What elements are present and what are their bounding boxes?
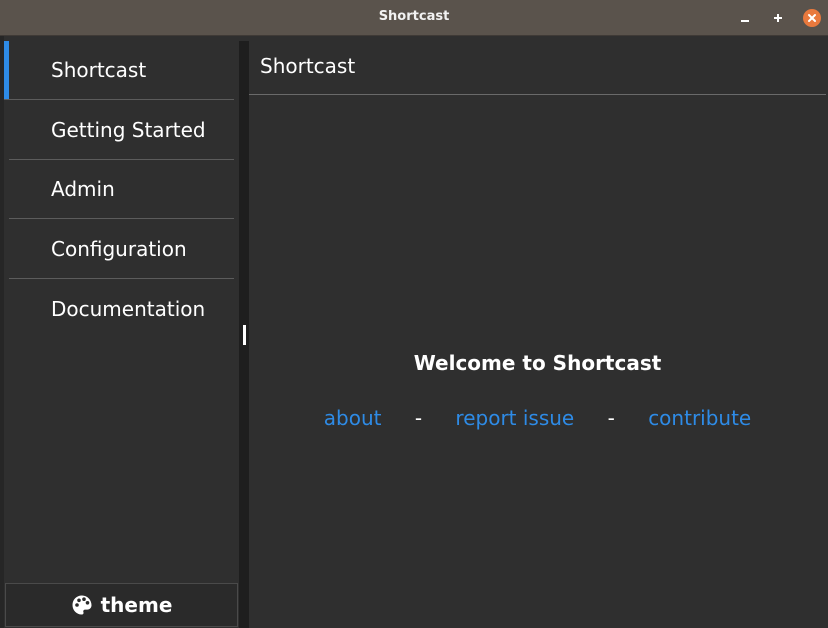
splitter-handle[interactable] xyxy=(243,325,246,345)
sidebar-item-documentation[interactable]: Documentation xyxy=(9,280,234,339)
maximize-icon xyxy=(774,14,782,22)
sidebar-item-getting-started[interactable]: Getting Started xyxy=(9,101,234,160)
about-link[interactable]: about xyxy=(324,406,382,430)
links-row: about - report issue - contribute xyxy=(249,406,826,430)
welcome-heading: Welcome to Shortcast xyxy=(413,351,662,375)
sidebar-item-label: Configuration xyxy=(51,237,187,261)
close-button[interactable] xyxy=(803,9,821,27)
contribute-link[interactable]: contribute xyxy=(648,406,751,430)
minimize-button[interactable] xyxy=(736,9,754,27)
sidebar-item-label: Shortcast xyxy=(51,58,147,82)
minimize-icon xyxy=(741,20,749,22)
content-header: Shortcast xyxy=(249,36,826,95)
sidebar-item-configuration[interactable]: Configuration xyxy=(9,220,234,279)
theme-button-label: theme xyxy=(100,593,173,617)
active-indicator xyxy=(4,41,9,99)
sidebar-item-shortcast[interactable]: Shortcast xyxy=(4,41,234,100)
link-separator: - xyxy=(607,406,615,430)
sidebar-item-label: Getting Started xyxy=(51,118,206,142)
close-icon xyxy=(808,14,816,22)
sidebar-item-admin[interactable]: Admin xyxy=(9,160,234,219)
theme-button[interactable]: theme xyxy=(5,583,238,627)
sidebar-item-label: Documentation xyxy=(51,297,206,321)
palette-icon xyxy=(72,595,92,615)
sidebar-item-label: Admin xyxy=(51,177,115,201)
sidebar-edge xyxy=(0,36,4,628)
main-content: Shortcast Welcome to Shortcast about - r… xyxy=(249,36,828,628)
report-issue-link[interactable]: report issue xyxy=(455,406,574,430)
maximize-button[interactable] xyxy=(769,9,787,27)
window-title: Shortcast xyxy=(378,9,450,24)
link-separator: - xyxy=(414,406,423,430)
page-title: Shortcast xyxy=(260,54,356,78)
window-titlebar: Shortcast xyxy=(0,0,828,36)
